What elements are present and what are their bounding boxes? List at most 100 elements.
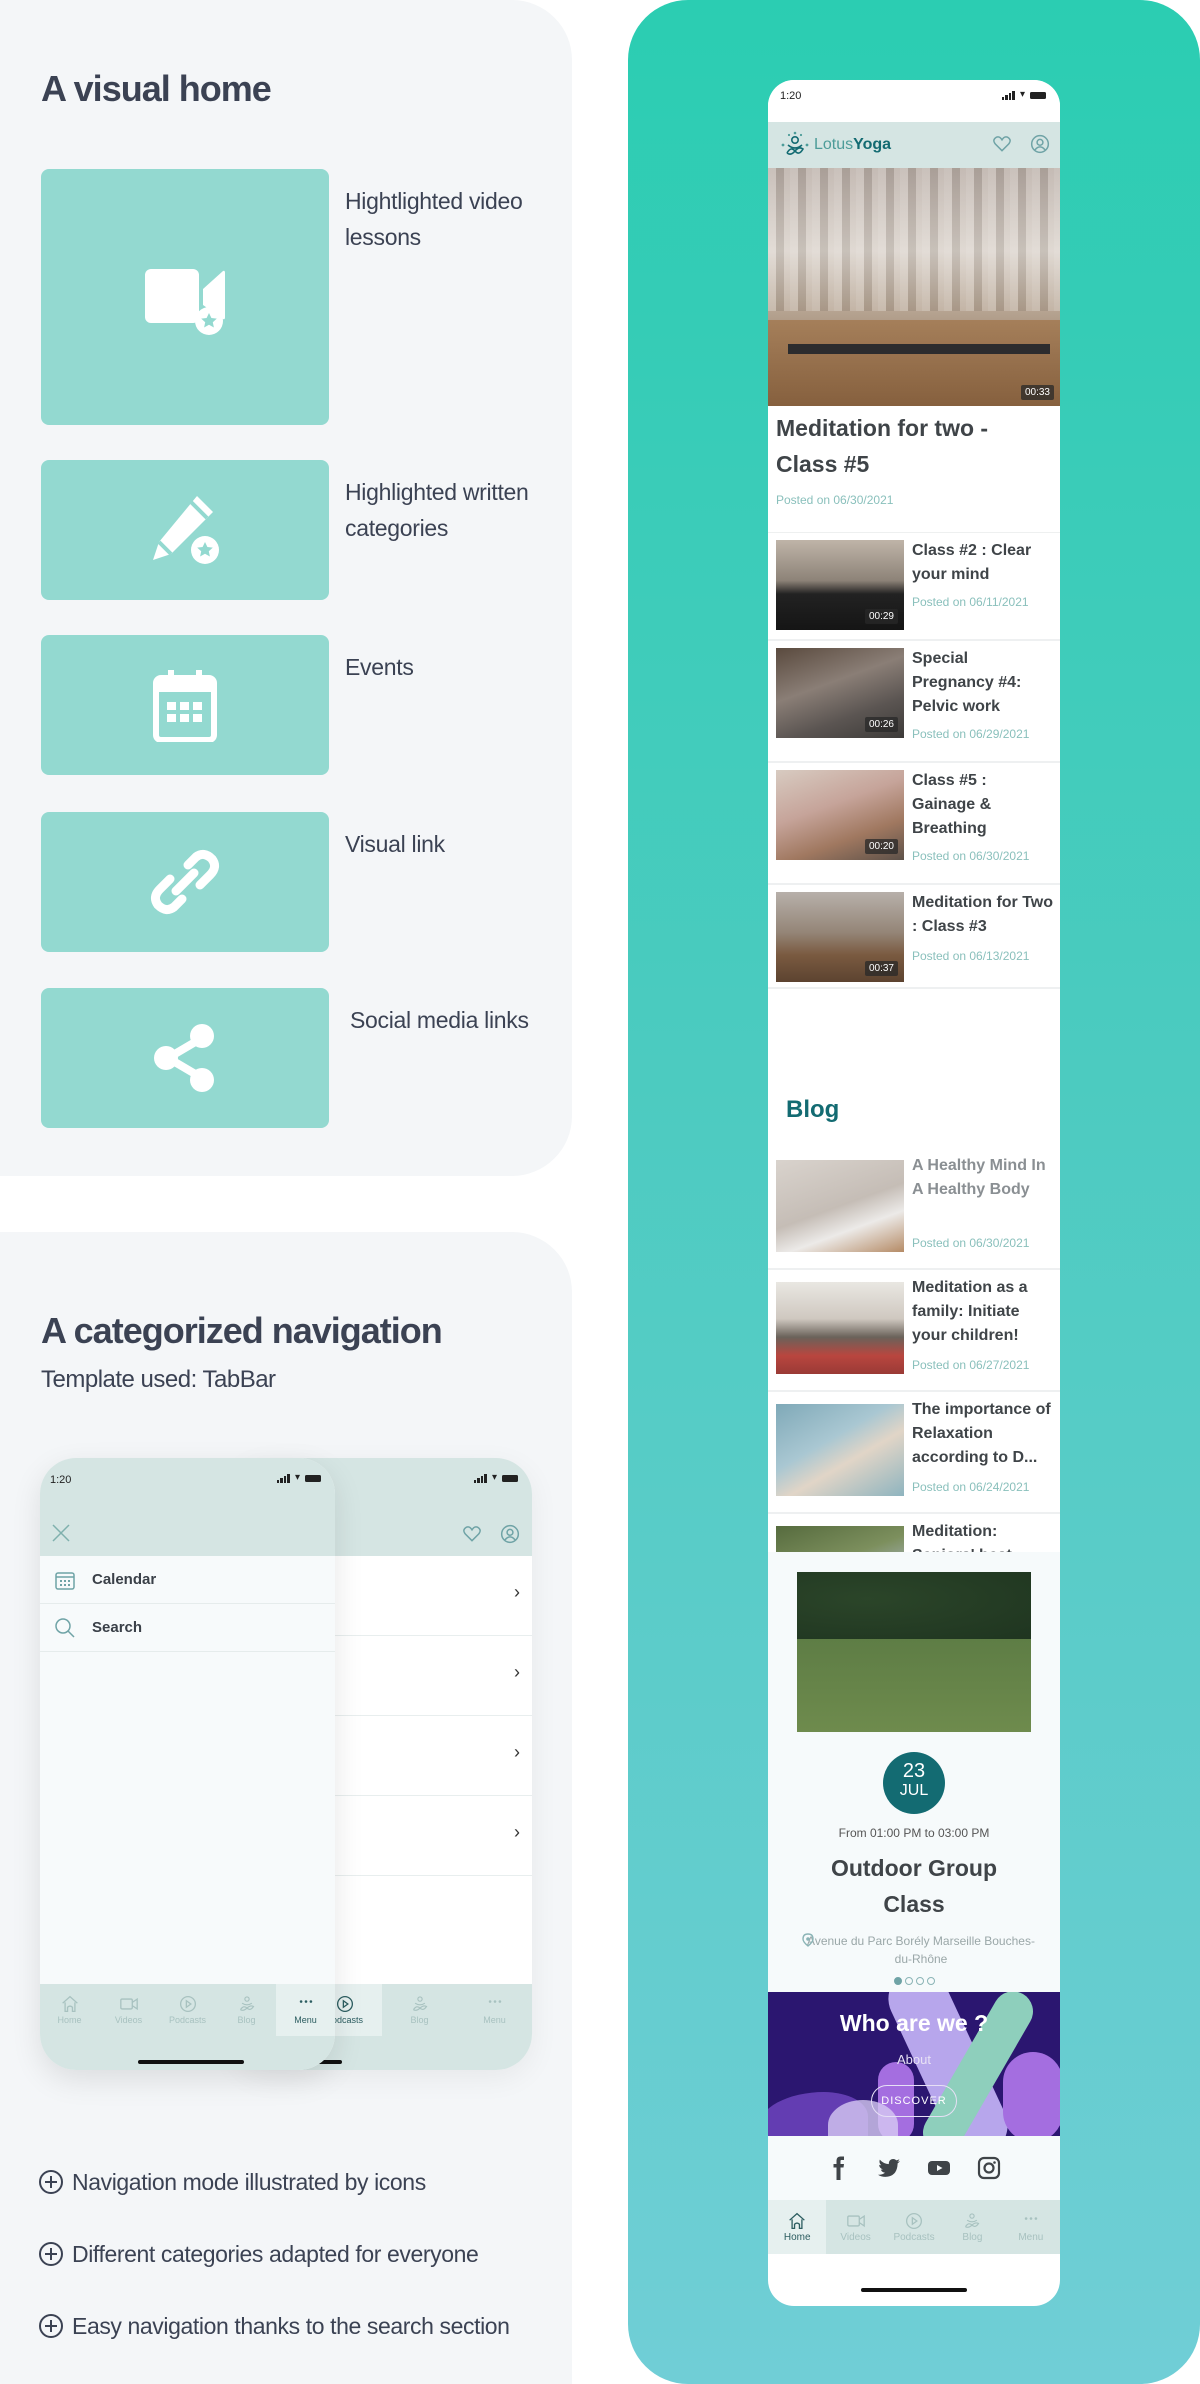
blog-date: Posted on 06/24/2021 <box>912 1480 1030 1494</box>
event-month: JUL <box>899 1782 929 1799</box>
blog-title: The importance of Relaxation according t… <box>912 1401 1051 1466</box>
chevron-right-icon: › <box>514 1662 520 1682</box>
bullet-item: Easy navigation thanks to the search sec… <box>38 2290 510 2362</box>
user-icon[interactable] <box>1030 134 1050 154</box>
menu-item-label: Calendar <box>92 1571 157 1588</box>
video-duration: 00:20 <box>864 839 898 854</box>
wifi-icon: ▾ <box>491 1472 497 1483</box>
blog-list-item[interactable]: Meditation as a family: Initiate your ch… <box>768 1270 1060 1392</box>
feature-tile <box>41 812 329 952</box>
tab-podcasts[interactable]: Podcasts <box>158 1984 217 2036</box>
status-bar: 1:20 ▾ <box>40 1458 335 1514</box>
tab-home[interactable]: Home <box>40 1984 99 2036</box>
twitter-icon[interactable] <box>877 2156 901 2180</box>
video-duration: 00:37 <box>864 961 898 976</box>
video-list-item[interactable]: 00:29 Class #2 : Clear your mind Posted on… <box>768 533 1060 641</box>
home-indicator <box>861 2288 967 2292</box>
tab-label: Home <box>783 2231 811 2243</box>
tab-label: Blog <box>410 2015 429 2025</box>
tab-podcasts[interactable]: Podcasts <box>885 2200 943 2254</box>
feature-tile <box>41 169 329 425</box>
blog-list-item[interactable]: A Healthy Mind In A Healthy Body Posted o… <box>768 1148 1060 1270</box>
tab-label: Menu <box>483 2015 506 2025</box>
bullet-item: Navigation mode illustrated by icons <box>38 2146 510 2218</box>
pencil-star-icon <box>153 496 219 564</box>
blog-thumbnail <box>776 1160 904 1252</box>
app-logo[interactable]: LotusYoga <box>780 131 891 159</box>
more-icon <box>1021 2212 1041 2230</box>
tab-menu[interactable]: Menu <box>276 1984 335 2036</box>
chevron-right-icon: › <box>514 1822 520 1842</box>
featured-video-title[interactable]: Meditation for two - Class #5 <box>776 410 1046 482</box>
tab-videos[interactable]: Videos <box>99 1984 158 2036</box>
video-list-item[interactable]: 00:26 Special Pregnancy #4: Pelvic work Po… <box>768 641 1060 763</box>
video-date: Posted on 06/11/2021 <box>912 595 1029 609</box>
social-links <box>768 2136 1060 2200</box>
tab-menu[interactable]: Menu <box>457 1984 532 2036</box>
tab-label: Blog <box>237 2015 256 2025</box>
carousel-dot[interactable] <box>915 1977 924 1985</box>
blog-date: Posted on 06/27/2021 <box>912 1358 1030 1372</box>
battery-icon <box>502 1474 518 1482</box>
video-thumbnail: 00:20 <box>776 770 904 860</box>
instagram-icon[interactable] <box>977 2156 1001 2180</box>
carousel-dots <box>768 1977 1060 1985</box>
menu-item-label: Search <box>92 1619 143 1636</box>
signal-icon <box>473 1473 487 1483</box>
bullet-text: Easy navigation thanks to the search sec… <box>72 2312 510 2339</box>
visual-home-card: A visual home Hightlighted video lessons… <box>0 0 572 1176</box>
more-icon <box>485 1995 505 2013</box>
video-star-icon <box>145 269 225 335</box>
discover-button[interactable]: DISCOVER <box>871 2085 957 2117</box>
signal-icon <box>276 1473 290 1483</box>
video-title: Class #2 : Clear your mind <box>912 542 1032 583</box>
user-icon[interactable] <box>500 1524 520 1544</box>
carousel-dot[interactable] <box>904 1977 913 1985</box>
video-list-item[interactable]: 00:37 Meditation for Two : Class #3 Posted… <box>768 885 1060 989</box>
blog-title: A Healthy Mind In A Healthy Body <box>912 1157 1046 1198</box>
facebook-icon[interactable] <box>827 2156 851 2180</box>
lotus-icon <box>237 1995 257 2013</box>
chevron-right-icon: › <box>514 1742 520 1762</box>
menu-item-search[interactable]: Search <box>40 1604 335 1652</box>
feature-tile <box>41 460 329 600</box>
tab-blog[interactable]: Blog <box>943 2200 1001 2254</box>
video-list-item[interactable]: 00:20 Class #5 : Gainage & Breathing Poste… <box>768 763 1060 885</box>
video-thumbnail: 00:26 <box>776 648 904 738</box>
tab-menu[interactable]: Menu <box>1002 2200 1060 2254</box>
tab-label: Podcasts <box>168 2015 207 2025</box>
youtube-icon[interactable] <box>927 2156 951 2180</box>
lotus-logo-icon <box>781 131 809 155</box>
featured-video-thumbnail[interactable]: 00:33 <box>768 168 1060 406</box>
thumbnail-floor <box>768 320 1060 406</box>
status-time: 1:20 <box>780 90 802 102</box>
status-icons: ▾ <box>1001 90 1046 100</box>
heart-icon[interactable] <box>462 1524 482 1544</box>
carousel-dot[interactable] <box>926 1977 935 1985</box>
video-duration: 00:26 <box>864 717 898 732</box>
blog-list-item[interactable]: The importance of Relaxation according t… <box>768 1392 1060 1514</box>
menu-screen-mock: 1:20 ▾ Calendar Search Home Videos Podcast… <box>40 1458 335 2070</box>
event-card[interactable]: 23 JUL From 01:00 PM to 03:00 PM Outdoor… <box>768 1552 1060 1992</box>
menu-header <box>40 1514 335 1556</box>
blog-heading: Blog <box>786 1096 840 1123</box>
video-title: Meditation for Two : Class #3 <box>912 894 1054 935</box>
menu-item-calendar[interactable]: Calendar <box>40 1556 335 1604</box>
blog-thumbnail <box>776 1282 904 1374</box>
video-duration: 00:29 <box>864 609 898 624</box>
tab-label: Menu <box>1018 2231 1044 2243</box>
lotus-icon <box>962 2212 982 2230</box>
blog-title: Meditation as a family: Initiate your ch… <box>912 1279 1028 1344</box>
event-day: 23 <box>902 1760 926 1782</box>
tab-blog[interactable]: Blog <box>217 1984 276 2036</box>
close-icon[interactable] <box>48 1520 74 1546</box>
heart-icon[interactable] <box>992 134 1012 154</box>
calendar-icon <box>153 670 217 742</box>
tab-blog[interactable]: Blog <box>382 1984 457 2036</box>
tab-label: Videos <box>840 2231 871 2243</box>
tab-home[interactable]: Home <box>768 2200 827 2254</box>
event-address: Avenue du Parc Borély Marseille Bouches-… <box>802 1932 1040 1968</box>
carousel-dot[interactable] <box>893 1977 902 1985</box>
tab-videos[interactable]: Videos <box>826 2200 884 2254</box>
home-indicator-area <box>40 2036 335 2070</box>
